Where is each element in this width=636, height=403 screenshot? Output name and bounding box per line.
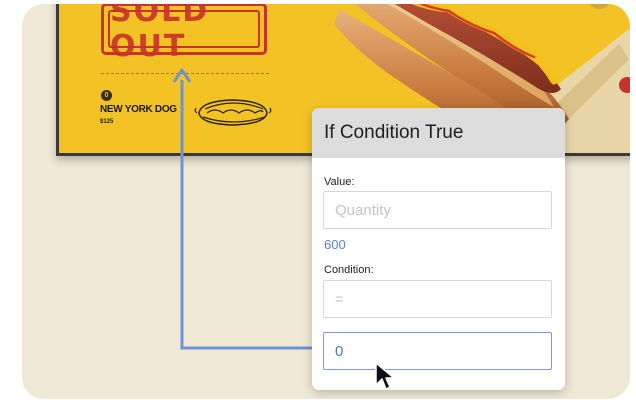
value-current-readout: 600 bbox=[324, 237, 346, 252]
menu-item-name: NEW YORK DOG bbox=[100, 104, 177, 115]
item-number-badge: 0 bbox=[101, 90, 112, 101]
menu-item-price: $125 bbox=[100, 119, 114, 125]
hotdog-sketch-icon bbox=[194, 99, 272, 126]
target-value-text: 0 bbox=[335, 342, 344, 360]
sold-out-stamp[interactable]: SOLD OUT bbox=[101, 4, 267, 64]
value-label: Value: bbox=[324, 176, 355, 188]
value-placeholder: Quantity bbox=[335, 201, 391, 219]
condition-placeholder: = bbox=[335, 290, 344, 308]
condition-input[interactable]: = bbox=[323, 280, 552, 318]
canvas-background: SOLD OUT 0 NEW YORK DOG $125 If Conditio… bbox=[22, 4, 630, 399]
target-value-input[interactable]: 0 bbox=[323, 332, 552, 370]
panel-header: If Condition True bbox=[312, 108, 565, 158]
sold-out-text: SOLD OUT bbox=[110, 4, 210, 64]
condition-label: Condition: bbox=[324, 264, 374, 276]
mouse-pointer-icon bbox=[375, 362, 395, 390]
panel-title: If Condition True bbox=[324, 122, 464, 143]
dashed-divider bbox=[101, 73, 269, 74]
value-input[interactable]: Quantity bbox=[323, 191, 552, 229]
if-condition-panel: If Condition True Value: Quantity 600 Co… bbox=[312, 108, 565, 390]
sold-out-stamp-inner-border: SOLD OUT bbox=[108, 4, 260, 64]
